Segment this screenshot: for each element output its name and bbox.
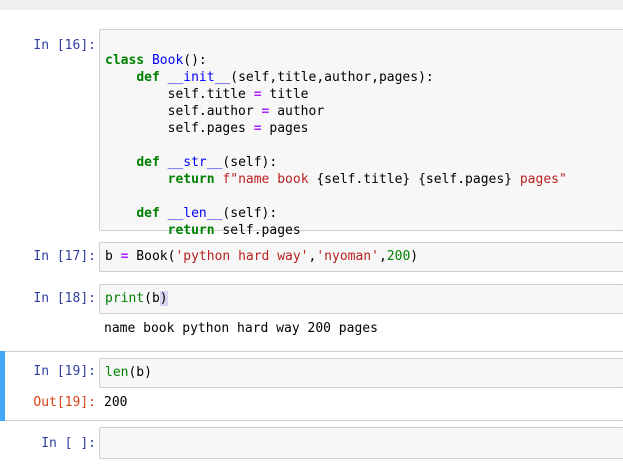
code-line: def __init__(self,title,author,pages): <box>136 70 434 85</box>
code-line: self.author = author <box>105 104 325 119</box>
code-line: return f"name book {self.title} {self.pa… <box>167 172 567 187</box>
code-editor[interactable] <box>99 427 623 459</box>
cell-output-text: 200 <box>104 395 128 410</box>
input-prompt: In [18]: <box>33 291 96 306</box>
code-block: print(b) <box>105 290 168 307</box>
code-block: class Book(): def __init__(self,title,au… <box>105 35 567 239</box>
code-line: self.pages = pages <box>105 121 309 136</box>
code-cell-empty[interactable]: In [ ]: <box>0 427 623 459</box>
code-cell-18[interactable]: In [18]: print(b) name book python hard … <box>0 284 623 344</box>
code-cell-19-selected[interactable]: In [19]: len(b) Out[19]: 200 <box>0 351 623 421</box>
code-line: len(b) <box>105 365 152 380</box>
code-editor[interactable]: len(b) <box>99 358 623 388</box>
code-editor[interactable]: b = Book('python hard way','nyoman',200) <box>99 242 623 272</box>
input-prompt: In [17]: <box>33 249 96 264</box>
code-line: class Book(): <box>105 53 207 68</box>
code-line: print(b) <box>105 291 168 306</box>
code-block: len(b) <box>105 364 152 381</box>
code-cell-16[interactable]: In [16]: class Book(): def __init__(self… <box>0 29 623 238</box>
cell-output-text: name book python hard way 200 pages <box>104 321 378 336</box>
code-line: def __len__(self): <box>136 206 278 221</box>
input-prompt: In [19]: <box>33 364 96 379</box>
code-editor[interactable]: print(b) <box>99 284 623 314</box>
code-editor[interactable]: class Book(): def __init__(self,title,au… <box>99 29 623 238</box>
code-line: b = Book('python hard way','nyoman',200) <box>105 249 419 264</box>
toolbar-gap <box>0 10 623 12</box>
code-line: def __str__(self): <box>136 155 278 170</box>
code-block: b = Book('python hard way','nyoman',200) <box>105 248 418 265</box>
output-prompt: Out[19]: <box>33 395 96 410</box>
input-prompt: In [ ]: <box>41 436 96 451</box>
code-line: return self.pages <box>167 223 301 238</box>
code-cell-17[interactable]: In [17]: b = Book('python hard way','nyo… <box>0 242 623 272</box>
input-prompt: In [16]: <box>33 38 96 53</box>
code-line: self.title = title <box>105 87 309 102</box>
